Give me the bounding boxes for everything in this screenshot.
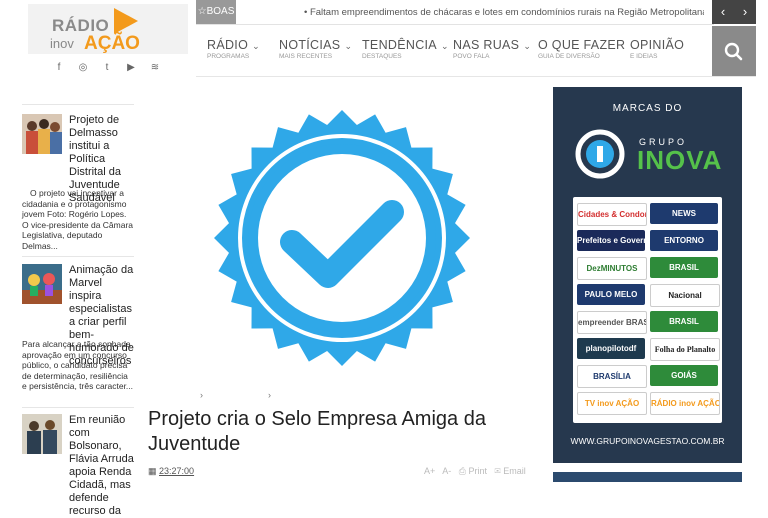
article-excerpt: Para alcançar a tão sonhada aprovação em…: [22, 339, 134, 391]
brand-tile[interactable]: Nacional: [650, 284, 720, 307]
search-button[interactable]: [712, 26, 756, 76]
rss-icon[interactable]: ≋: [148, 62, 162, 73]
brand-tile[interactable]: BRASIL: [650, 311, 718, 332]
ad-brand-name: INOVA: [637, 145, 723, 175]
brand-tile[interactable]: Prefeitos e Governadores: [577, 230, 645, 251]
brand-tile[interactable]: BRASIL: [650, 257, 718, 278]
calendar-icon: ▦: [148, 466, 160, 476]
brand-tile[interactable]: PAULO MELO: [577, 284, 645, 305]
selo-badge-image: [214, 110, 470, 366]
nav-sublabel: DESTAQUES: [362, 53, 402, 60]
nav-item-radio[interactable]: RÁDIO ⌄ PROGRAMAS: [207, 38, 260, 60]
ad-brand-grid: Cidades & Condomínios NEWS Prefeitos e G…: [573, 197, 722, 423]
brand-tile[interactable]: planopilotodf: [577, 338, 645, 359]
ticker-label: ☆BOAS: [196, 0, 236, 24]
brand-tile[interactable]: NEWS: [650, 203, 718, 224]
search-icon: [724, 42, 743, 61]
brand-tile[interactable]: empreender BRASÍLIA: [577, 311, 647, 334]
print-icon: ⎙: [458, 466, 466, 476]
nav-sublabel: POVO FALA: [453, 53, 490, 60]
inova-logo-icon: [575, 129, 625, 179]
nav-label: RÁDIO: [207, 38, 249, 52]
article-thumbnail[interactable]: [22, 264, 62, 304]
nav-item-tendencia[interactable]: TENDÊNCIA ⌄ DESTAQUES: [362, 38, 449, 60]
nav-item-noticias[interactable]: NOTÍCIAS ⌄ MAIS RECENTES: [279, 38, 352, 60]
brand-tile[interactable]: BRASÍLIA: [577, 365, 647, 388]
sidebar-divider: [22, 256, 134, 257]
nav-sublabel: MAIS RECENTES: [279, 53, 333, 60]
nav-label: NAS RUAS: [453, 38, 520, 52]
article-thumbnail[interactable]: [22, 114, 62, 154]
sidebar-divider: [22, 104, 134, 105]
twitter-icon[interactable]: t: [100, 62, 114, 73]
nav-label: OPINIÃO: [630, 38, 685, 52]
ad-url[interactable]: WWW.GRUPOINOVAGESTAO.COM.BR: [553, 436, 742, 446]
nav-label: O QUE FAZER: [538, 38, 626, 52]
brand-tile[interactable]: Folha do Planalto: [650, 338, 720, 361]
ad-header: MARCAS DO: [612, 103, 683, 114]
chevron-down-icon: ⌄: [440, 41, 449, 51]
logo-text-acao: AÇÃO: [84, 33, 140, 54]
breadcrumb-arrow[interactable]: ›: [200, 390, 203, 400]
chevron-down-icon: ⌄: [252, 41, 260, 51]
ticker-headline[interactable]: • Faltam empreendimentos de chácaras e l…: [304, 7, 704, 18]
nav-label: TENDÊNCIA: [362, 38, 437, 52]
facebook-icon[interactable]: f: [52, 62, 66, 73]
article-title[interactable]: Em reunião com Bolsonaro, Flávia Arruda …: [69, 414, 135, 518]
post-tools: A+ A- ⎙ Print ✉ Email: [424, 466, 526, 477]
brand-tile[interactable]: GOIÁS: [650, 365, 718, 386]
font-increase-button[interactable]: A+: [424, 466, 435, 476]
breadcrumb-arrow[interactable]: ›: [268, 390, 271, 400]
chevron-down-icon: ⌄: [344, 41, 353, 51]
email-icon: ✉: [494, 466, 501, 476]
ticker-prev-button[interactable]: ‹: [712, 0, 734, 24]
brand-tile[interactable]: DezMINUTOS: [577, 257, 647, 280]
post-title: Projeto cria o Selo Empresa Amiga da Juv…: [148, 408, 486, 455]
article-thumbnail[interactable]: [22, 414, 62, 454]
site-logo[interactable]: RÁDIO inov AÇÃO: [28, 4, 188, 54]
logo-text-inov: inov: [50, 36, 74, 51]
instagram-icon[interactable]: ◎: [76, 62, 90, 73]
play-icon: [114, 8, 138, 34]
brand-tile[interactable]: Cidades & Condomínios: [577, 203, 647, 226]
second-ad-strip[interactable]: [553, 472, 742, 482]
print-button[interactable]: Print: [469, 466, 488, 476]
social-links: f ◎ t ▶ ≋: [52, 60, 162, 74]
post-time-value[interactable]: 23:27:00: [159, 466, 194, 476]
grupo-inova-ad[interactable]: MARCAS DO GRUPO INOVA Cidades & Condomín…: [553, 87, 742, 463]
brand-tile[interactable]: ENTORNO: [650, 230, 718, 251]
brand-tile[interactable]: TV inov AÇÃO: [577, 392, 647, 415]
post-time: ▦ 23:27:00: [148, 466, 194, 477]
youtube-icon[interactable]: ▶: [124, 62, 138, 73]
nav-sublabel: E IDEIAS: [630, 53, 658, 60]
sidebar-divider: [22, 407, 134, 408]
nav-item-o-que-fazer[interactable]: O QUE FAZER GUIA DE DIVERSÃO: [538, 38, 625, 60]
nav-item-nas-ruas[interactable]: NAS RUAS ⌄ POVO FALA: [453, 38, 531, 60]
brand-tile[interactable]: RÁDIO inov AÇÃO: [650, 392, 720, 415]
nav-sublabel: GUIA DE DIVERSÃO: [538, 53, 600, 60]
nav-item-opiniao[interactable]: OPINIÃO E IDEIAS: [630, 38, 684, 60]
email-button[interactable]: Email: [503, 466, 526, 476]
nav-sublabel: PROGRAMAS: [207, 53, 250, 60]
article-excerpt: O projeto vai incentivar a cidadania e o…: [22, 188, 134, 251]
ticker-next-button[interactable]: ›: [734, 0, 756, 24]
news-ticker: ☆BOAS • Faltam empreendimentos de chácar…: [196, 0, 714, 25]
header-divider: [196, 76, 756, 77]
chevron-down-icon: ⌄: [523, 41, 532, 51]
nav-label: NOTÍCIAS: [279, 38, 341, 52]
font-decrease-button[interactable]: A-: [442, 466, 451, 476]
